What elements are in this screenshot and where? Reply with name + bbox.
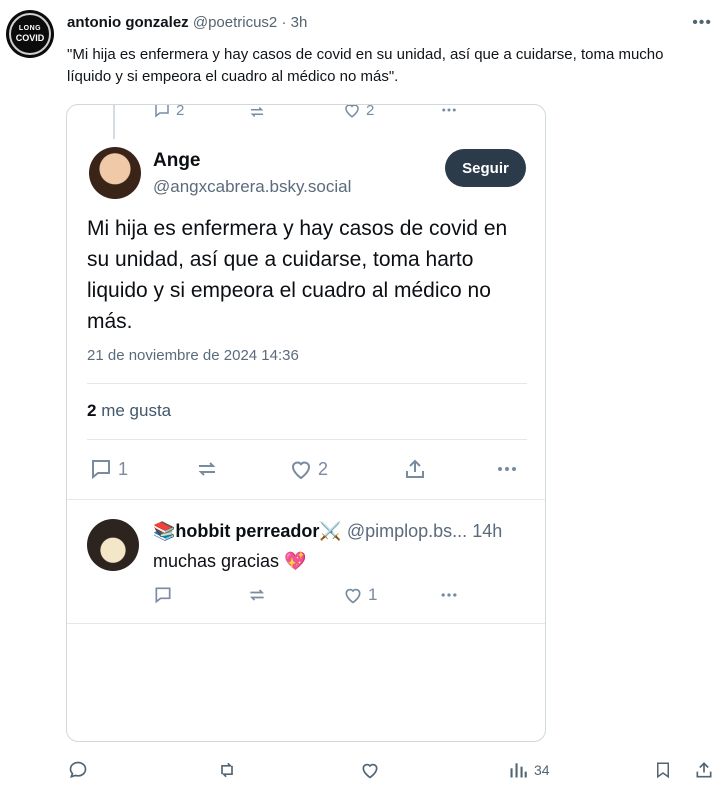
reply-button[interactable] [68,760,88,780]
ange-post-date: 21 de noviembre de 2024 14:36 [87,347,299,364]
heart-icon [345,588,361,604]
share-icon [696,762,712,778]
reply-icon [155,587,171,604]
views-count: 34 [534,762,550,778]
likes-summary: 2 me gusta [87,401,171,421]
reply-reply-action [153,585,173,605]
reply-like-action: 1 [343,585,377,605]
prev-more-action [439,105,459,119]
reply-icon [92,460,110,480]
reply-time: 14h [472,521,503,541]
views-icon [510,763,527,778]
heart-icon [345,105,359,118]
long-covid-logo: LONG COVID [9,13,51,55]
ange-name: Ange [153,150,201,171]
reply-handle: @pimplop.bs... [346,521,468,541]
prev-reply-count: 2 [176,104,185,119]
prev-reply-action: 2 [153,104,185,119]
ange-reply-count: 1 [118,458,129,479]
heart-icon [291,461,311,480]
more-icon [441,593,457,597]
like-button[interactable] [360,760,380,780]
embedded-image[interactable]: 2 2 Ange @angxcabrera.bsky.social Seguir… [66,104,546,742]
reply-icon [69,761,87,778]
ange-avatar [89,147,141,199]
thread-line [113,105,115,139]
repost-icon [249,589,265,601]
divider [67,499,545,500]
prev-repost-action [247,105,267,121]
reply-header: 📚hobbit perreador⚔️ @pimplop.bs... 14h [153,521,502,542]
author-avatar[interactable]: LONG COVID [6,10,54,58]
reply-name: 📚hobbit perreador⚔️ [153,521,342,541]
ange-reply-action: 1 [89,457,128,481]
share-icon [406,459,424,478]
post-action-bar: 34 [0,756,724,786]
reply-avatar [87,519,139,571]
bookmark-button[interactable] [654,760,672,780]
follow-button: Seguir [445,149,526,187]
repost-button[interactable] [216,760,238,780]
ange-repost-action [195,457,219,481]
divider [87,439,527,440]
repost-icon [198,462,216,476]
heart-icon [362,763,378,779]
prev-like-count: 2 [366,104,375,119]
more-icon [442,108,456,112]
author-name[interactable]: antonio gonzalez [67,14,189,31]
divider [87,383,527,384]
reply-icon [155,105,169,118]
post-text: "Mi hija es enfermera y hay casos de cov… [67,46,664,85]
ange-share-action [403,457,427,481]
header-separator: · [281,14,287,31]
views-button[interactable]: 34 [508,760,550,780]
ange-handle: @angxcabrera.bsky.social [153,177,352,196]
bookmark-icon [657,762,669,779]
reply-repost-action [247,585,267,605]
reply-more-action [439,585,459,605]
likes-count: 2 [87,401,97,420]
repost-icon [221,762,233,778]
author-handle[interactable]: @poetricus2 [193,14,277,31]
avatar-logo-text-top: LONG [18,25,42,32]
post-header: antonio gonzalez @poetricus2 · 3h [67,14,307,31]
share-button[interactable] [694,760,714,780]
likes-label: me gusta [101,401,172,420]
ange-more-action [495,457,519,481]
ange-like-count: 2 [318,458,329,479]
reply-text: muchas gracias 💖 [153,551,307,571]
prev-like-action: 2 [343,104,375,119]
more-options-icon[interactable]: ••• [692,14,712,32]
post-time[interactable]: 3h [291,14,308,31]
repost-icon [250,106,264,118]
ange-like-action: 2 [289,457,328,481]
avatar-logo-text-main: COVID [15,33,45,43]
divider [67,623,545,624]
ange-post-text: Mi hija es enfermera y hay casos de covi… [87,217,508,333]
reply-like-count: 1 [368,585,378,604]
more-icon [498,467,516,471]
